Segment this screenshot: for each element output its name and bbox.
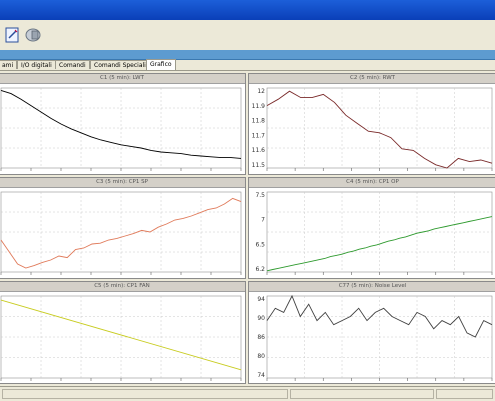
chart-title: C1 (5 min): LWT (0, 74, 245, 84)
hard-drive-icon[interactable] (24, 26, 42, 44)
y-tick-label: 11.7 (252, 132, 266, 139)
chart-panel-c3: C3 (5 min): CP1 SP (0, 177, 246, 279)
status-cell (436, 389, 493, 399)
tab-allarmi[interactable]: ami (0, 60, 18, 69)
chart-plot-c77: 94 90 86 80 74 (257, 294, 493, 381)
status-bar (0, 386, 495, 401)
chart-panel-c5: C5 (5 min): CP1 FAN (0, 281, 246, 384)
tab-io-digitali[interactable]: I/O digitali (17, 60, 56, 69)
y-tick-label: 7.5 (255, 192, 265, 199)
y-tick-label: 7 (261, 217, 265, 224)
chart-plot-c2: 12 11.9 11.8 11.7 11.6 11.5 (252, 87, 493, 171)
y-tick-label: 6.2 (255, 266, 265, 273)
chart-title: C4 (5 min): CP1 OP (249, 178, 495, 188)
window-title-bar (0, 0, 495, 20)
tab-grafico[interactable]: Grafico (146, 59, 176, 70)
series-line (0, 299, 242, 371)
y-tick-label: 12 (257, 88, 265, 95)
chart-panel-c77: C77 (5 min): Noise Level 94 90 86 80 74 (248, 281, 495, 384)
chart-title: C3 (5 min): CP1 SP (0, 178, 245, 188)
chart-panel-c2: C2 (5 min): RWT 12 11.9 11.8 11.7 11.6 11.5 (248, 73, 495, 175)
y-tick-label: 6.5 (255, 241, 265, 248)
y-tick-label: 11.9 (252, 103, 266, 110)
chart-panel-c1: C1 (5 min): LWT (0, 73, 246, 175)
tab-comandi[interactable]: Comandi (55, 60, 90, 69)
tab-comandi-speciali[interactable]: Comandi Speciali (90, 60, 150, 69)
y-tick-label: 80 (257, 353, 265, 360)
y-tick-label: 86 (257, 334, 265, 341)
chart-plot-c3 (0, 191, 242, 275)
status-cell (290, 389, 434, 399)
y-tick-label: 11.8 (252, 118, 266, 125)
y-tick-label: 90 (257, 315, 265, 322)
chart-panel-c4: C4 (5 min): CP1 OP 7.5 7 6.5 6.2 (248, 177, 495, 279)
chart-title: C77 (5 min): Noise Level (249, 282, 495, 292)
y-tick-label: 11.5 (252, 162, 266, 169)
chart-plot-c4: 7.5 7 6.5 6.2 (255, 191, 493, 275)
status-cell (2, 389, 288, 399)
chart-plot-c5 (0, 295, 242, 381)
document-edit-icon[interactable] (4, 26, 22, 44)
chart-plot-c1 (0, 87, 242, 171)
tab-bar: ami I/O digitali Comandi Comandi Special… (0, 59, 495, 71)
y-tick-label: 94 (257, 296, 265, 303)
toolbar (0, 20, 495, 51)
y-tick-label: 74 (257, 372, 265, 379)
chart-title: C2 (5 min): RWT (249, 74, 495, 84)
chart-title: C5 (5 min): CP1 FAN (0, 282, 245, 292)
y-tick-label: 11.6 (252, 147, 266, 154)
